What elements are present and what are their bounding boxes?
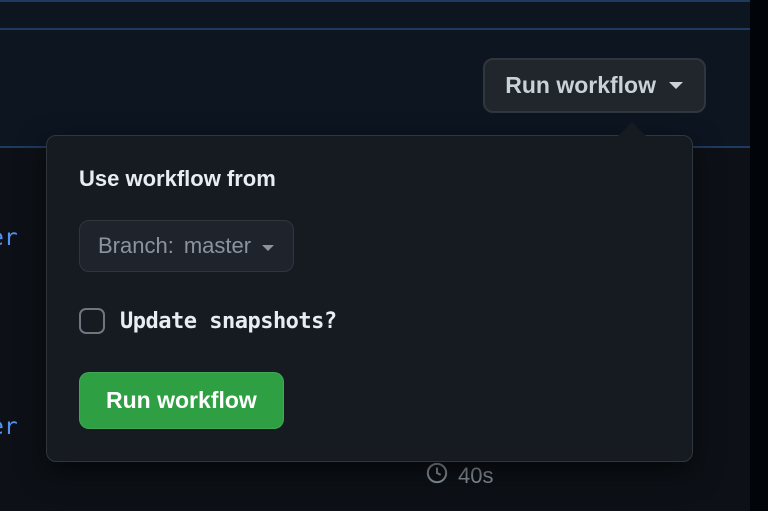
update-snapshots-label[interactable]: Update snapshots? [120, 309, 337, 334]
partial-text-1: er [0, 225, 18, 251]
right-margin [750, 0, 768, 511]
panel-heading: Use workflow from [79, 166, 660, 192]
update-snapshots-row: Update snapshots? [79, 308, 660, 334]
duration-row: 40s [426, 462, 493, 489]
chevron-down-icon [668, 81, 684, 91]
clock-icon [426, 462, 448, 489]
submit-button-label: Run workflow [106, 387, 257, 413]
workflow-dispatch-panel: Use workflow from Branch: master Update … [46, 135, 693, 462]
partial-text-2: er [0, 414, 18, 440]
branch-prefix-label: Branch: [98, 233, 174, 259]
branch-selector[interactable]: Branch: master [79, 220, 294, 272]
run-workflow-trigger-label: Run workflow [505, 72, 656, 99]
header-divider [0, 28, 750, 30]
branch-name: master [184, 233, 251, 259]
update-snapshots-checkbox[interactable] [79, 308, 105, 334]
run-workflow-submit-button[interactable]: Run workflow [79, 372, 284, 429]
duration-value: 40s [458, 463, 493, 489]
chevron-down-icon [261, 233, 275, 259]
run-workflow-dropdown-trigger[interactable]: Run workflow [483, 58, 706, 113]
